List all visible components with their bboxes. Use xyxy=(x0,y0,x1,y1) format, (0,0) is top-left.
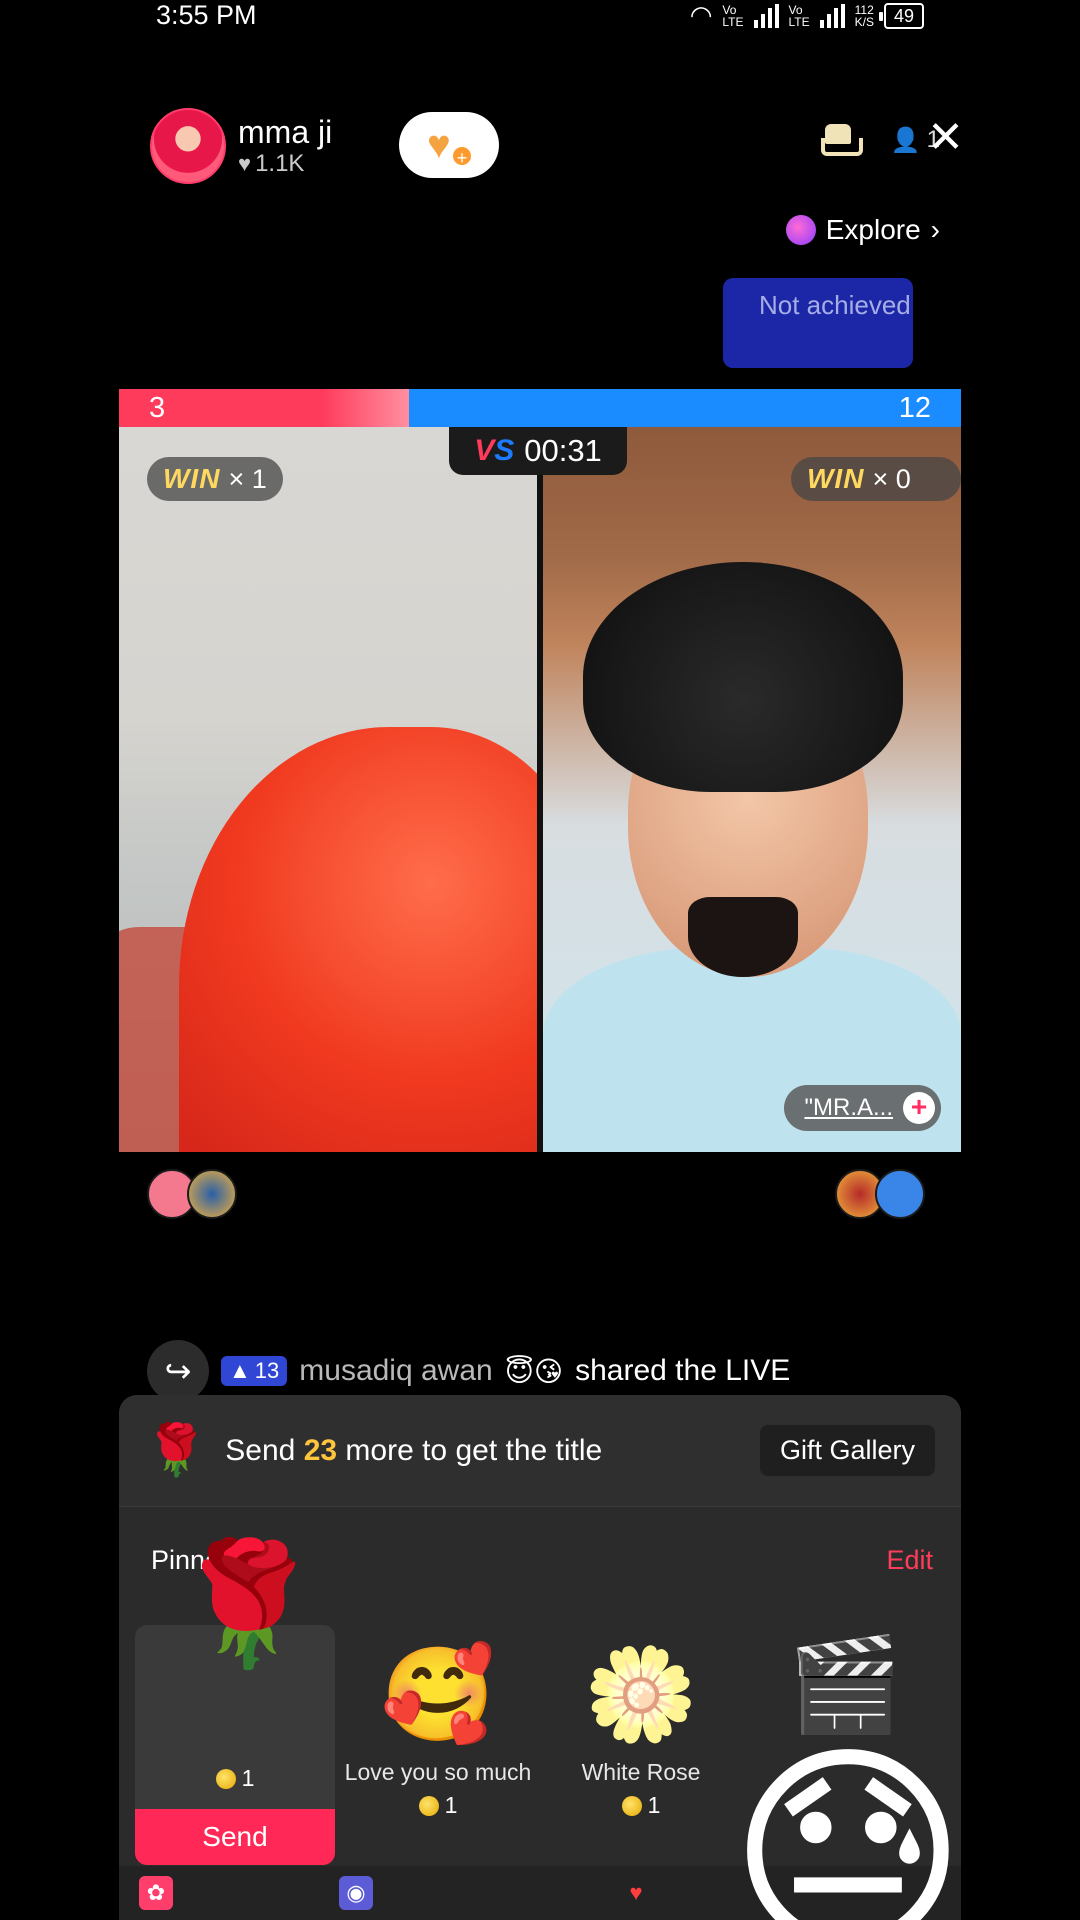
gift-item-white-rose[interactable]: 🌼 White Rose 1 xyxy=(541,1635,741,1819)
category-icon[interactable]: ◉ xyxy=(339,1876,373,1910)
rose-gift-icon: 🌹 xyxy=(173,1537,323,1671)
score-bar xyxy=(119,389,961,427)
signal-icon xyxy=(753,3,779,28)
goal-status-badge[interactable]: Not achieved xyxy=(723,278,913,368)
signal-icon-2 xyxy=(819,3,845,28)
share-user-name[interactable]: musadiq awan xyxy=(299,1354,492,1388)
score-left: 3 xyxy=(149,392,166,424)
gift-cost: 1 xyxy=(541,1792,741,1819)
status-bar: 3:55 PM ◠ Vo LTE Vo LTE 112 K/S 49 xyxy=(0,0,1080,32)
lte-label-1: Vo LTE xyxy=(722,2,744,29)
goal-text: Send 23 more to get the title xyxy=(225,1433,603,1467)
win-streak-right: WIN × 0 xyxy=(791,457,961,501)
gift-item-love-you-so-much[interactable]: 🥰 Love you so much 1 xyxy=(338,1635,538,1819)
heart-icon[interactable]: ♥ xyxy=(619,1876,653,1910)
pk-battle: 3 12 VS 00:31 WIN × 1 WIN × 0 "MR.A... + xyxy=(119,389,961,1152)
host-name: mma ji xyxy=(238,114,333,150)
battle-timer: VS 00:31 xyxy=(449,427,627,475)
user-level-badge: ▲ 13 xyxy=(221,1356,288,1386)
coin-icon xyxy=(215,1768,236,1789)
score-right: 12 xyxy=(898,392,931,424)
timer-value: 00:31 xyxy=(524,433,602,468)
opponent-name: "MR.A... xyxy=(804,1094,893,1121)
explore-label: Explore xyxy=(825,214,921,245)
right-supporters[interactable] xyxy=(835,1169,925,1219)
lte-label-2: Vo LTE xyxy=(788,2,810,29)
share-notification: ↪ ▲ 13 musadiq awan 😇😘 shared the LIVE xyxy=(147,1340,790,1402)
category-icon[interactable]: ✿ xyxy=(139,1876,173,1910)
gift-gallery-button[interactable]: Gift Gallery xyxy=(759,1425,935,1476)
hugging-heart-icon: 🥰 xyxy=(380,1644,496,1746)
follow-heart-icon: ♥ + xyxy=(427,125,473,168)
share-emojis: 😇😘 xyxy=(504,1355,564,1387)
camera-right[interactable] xyxy=(543,427,961,1152)
status-icons: ◠ Vo LTE Vo LTE 112 K/S 49 xyxy=(690,0,924,31)
coin-icon xyxy=(621,1795,642,1816)
heart-icon: ♥ xyxy=(238,151,252,176)
supporter-avatar[interactable] xyxy=(187,1169,237,1219)
win-streak-left: WIN × 1 xyxy=(147,457,283,501)
wifi-icon: ◠ xyxy=(689,0,713,30)
host-avatar[interactable] xyxy=(150,108,226,184)
status-time: 3:55 PM xyxy=(156,0,257,30)
net-speed: 112 K/S xyxy=(854,2,874,29)
host-info: mma ji ♥ 1.1K xyxy=(238,114,332,178)
left-supporters[interactable] xyxy=(147,1169,237,1219)
camera-left[interactable] xyxy=(119,427,537,1152)
follow-button[interactable]: ♥ + xyxy=(399,112,499,178)
gift-cost: 1 xyxy=(135,1765,335,1792)
coin-icon xyxy=(418,1795,439,1816)
score-bar-blue xyxy=(409,389,961,427)
gift-goal-row: 🌹 Send 23 more to get the title Gift Gal… xyxy=(119,1395,961,1507)
explore-icon xyxy=(785,215,816,245)
battery-indicator: 49 xyxy=(878,2,924,29)
opponent-tag[interactable]: "MR.A... + xyxy=(784,1085,941,1131)
edit-button[interactable]: Edit xyxy=(886,1545,933,1576)
rose-icon: 🌹 xyxy=(145,1422,208,1478)
close-icon[interactable]: ✕ xyxy=(927,116,964,160)
explore-button[interactable]: Explore › xyxy=(785,214,940,246)
top-right-controls: 👤 1 xyxy=(820,124,940,156)
host-likes: ♥ 1.1K xyxy=(238,150,332,178)
follow-opponent-plus-icon[interactable]: + xyxy=(903,1092,935,1124)
seat-icon[interactable] xyxy=(820,124,863,156)
stream-image-left xyxy=(179,727,537,1152)
white-rose-icon: 🌼 xyxy=(583,1644,699,1746)
gift-cost: 1 xyxy=(338,1792,538,1819)
chevron-right-icon: › xyxy=(930,214,940,245)
share-action-text: shared the LIVE xyxy=(575,1354,791,1387)
vs-icon: VS xyxy=(474,434,515,467)
send-button[interactable]: Send xyxy=(135,1809,335,1865)
share-icon[interactable]: ↪ xyxy=(147,1340,209,1402)
gift-item-rose[interactable]: 🌹 1 Send xyxy=(135,1537,335,1865)
supporter-avatar[interactable] xyxy=(875,1169,925,1219)
person-icon: 👤 xyxy=(890,126,921,154)
host-profile[interactable]: mma ji ♥ 1.1K xyxy=(150,108,332,184)
level-icon: ▲ xyxy=(229,1358,251,1383)
sweat-smile-emoji-overlay: 😓 xyxy=(728,1726,968,1920)
host-likes-count: 1.1K xyxy=(255,150,305,177)
